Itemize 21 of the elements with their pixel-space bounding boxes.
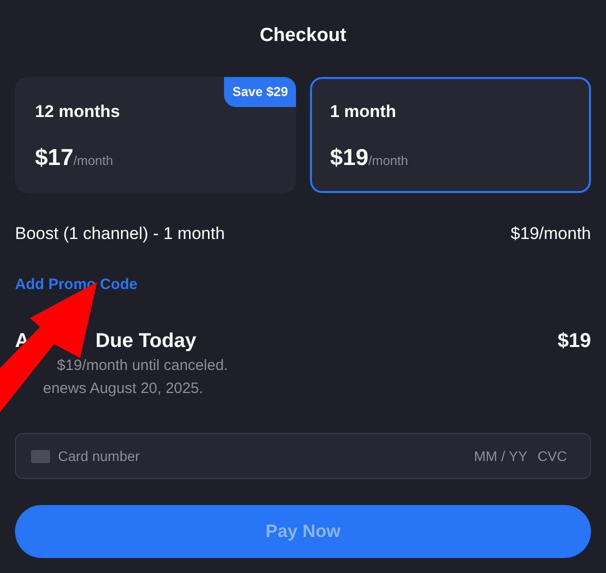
card-number-input[interactable]: Card number (58, 446, 466, 466)
cvc-placeholder: CVC (537, 446, 567, 466)
billing-note: $19/month until canceled. (56, 356, 228, 376)
plan-price: $19 (330, 143, 368, 172)
heading-fragment: Due Today (95, 329, 196, 354)
card-icon (31, 450, 50, 462)
renewal-note: enews August 20, 2025. (42, 379, 204, 399)
page-title: Checkout (258, 24, 348, 48)
plan-price: $17 (35, 143, 74, 172)
price-period: /month (73, 152, 114, 170)
save-badge: Save $29 (224, 77, 296, 106)
line-item-amount: $19/month (510, 223, 591, 245)
plan-term: 12 months (35, 101, 120, 123)
plan-card[interactable]: 1 month $19/month (310, 77, 591, 193)
expiry-placeholder: MM / YY (474, 446, 528, 466)
plan-term: 1 month (330, 101, 396, 123)
amount-due: $19 (558, 329, 591, 354)
price-period: /month (368, 152, 408, 170)
plan-card[interactable]: 12 months $17/month Save $29 (15, 77, 296, 193)
card-input-field[interactable]: Card number MM / YY CVC (15, 433, 591, 479)
line-item-label: Boost (1 channel) - 1 month (15, 223, 225, 245)
